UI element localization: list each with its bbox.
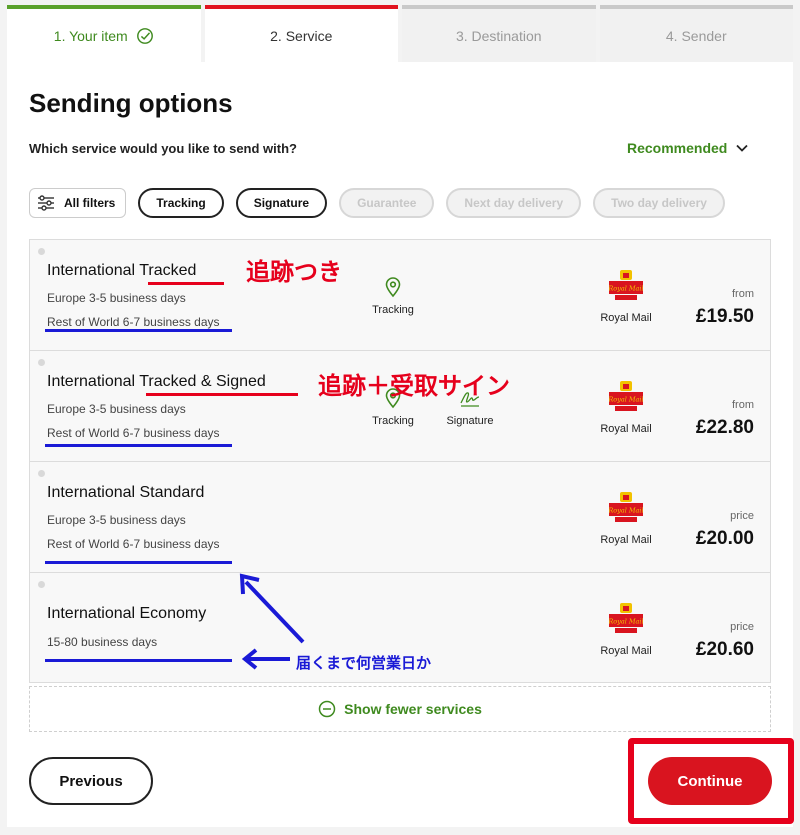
royal-mail-logo-text: Royal Mail [609,285,643,293]
underline-tracked [148,282,224,285]
step-label: 1. Your item [54,28,128,44]
radio-indicator[interactable] [38,359,45,366]
service-option-tracked[interactable]: International Tracked Europe 3-5 busines… [29,239,771,350]
sort-dropdown[interactable]: Recommended [627,140,749,156]
service-delivery-europe: Europe 3-5 business days [47,513,186,527]
sort-label: Recommended [627,140,727,156]
radio-indicator[interactable] [38,581,45,588]
underline-world-days-2 [45,444,232,447]
page-title: Sending options [29,88,233,119]
filter-chip-next-day[interactable]: Next day delivery [446,188,581,218]
feature-tracking: Tracking [353,276,433,316]
service-name: International Tracked [47,262,196,280]
show-fewer-services-button[interactable]: Show fewer services [29,686,771,732]
carrier: Royal Mail Royal Mail [593,492,659,546]
price-label: from [732,399,754,411]
minus-circle-icon [318,700,336,718]
previous-button[interactable]: Previous [29,757,153,805]
royal-mail-logo-text: Royal Mail [609,507,643,515]
carrier: Royal Mail Royal Mail [593,270,659,324]
continue-highlight-box [628,738,794,824]
progress-steps: 1. Your item 2. Service 3. Destination 4… [7,5,793,63]
service-delivery-europe: Europe 3-5 business days [47,291,186,305]
price-label: price [730,621,754,633]
service-name: International Standard [47,484,204,502]
service-delivery-time: 15-80 business days [47,635,157,649]
royal-mail-logo-icon: Royal Mail [609,381,643,413]
service-name: International Tracked & Signed [47,373,266,391]
step-label: 4. Sender [666,28,727,44]
service-list: International Tracked Europe 3-5 busines… [29,239,771,683]
service-question: Which service would you like to send wit… [29,141,297,156]
carrier-name: Royal Mail [600,312,651,324]
carrier-name: Royal Mail [600,645,651,657]
royal-mail-logo-text: Royal Mail [609,618,643,626]
royal-mail-logo-icon: Royal Mail [609,492,643,524]
royal-mail-logo-text: Royal Mail [609,396,643,404]
check-circle-icon [136,27,154,45]
chevron-down-icon [735,141,749,155]
location-pin-icon [382,276,404,298]
filter-chip-two-day[interactable]: Two day delivery [593,188,725,218]
service-option-standard[interactable]: International Standard Europe 3-5 busine… [29,461,771,572]
service-price: £20.60 [696,639,754,661]
filter-bar: All filters Tracking Signature Guarantee… [29,188,725,218]
annotation-tracked: 追跡つき [246,252,342,287]
carrier-name: Royal Mail [600,423,651,435]
underline-world-days-3 [45,561,232,564]
underline-world-days-1 [45,329,232,332]
step-destination[interactable]: 3. Destination [402,5,596,63]
underline-tracked-signed [146,393,298,396]
all-filters-button[interactable]: All filters [29,188,126,218]
step-sender[interactable]: 4. Sender [600,5,794,63]
feature-label: Tracking [372,415,414,427]
feature-label: Signature [446,415,493,427]
radio-indicator[interactable] [38,248,45,255]
service-price: £19.50 [696,306,754,328]
step-label: 2. Service [270,28,332,44]
annotation-tracked-signed: 追跡＋受取サイン [318,366,510,401]
annotation-business-days: 届くまで何営業日か [296,652,431,673]
show-fewer-label: Show fewer services [344,701,482,717]
service-price: £20.00 [696,528,754,550]
step-your-item[interactable]: 1. Your item [7,5,201,63]
all-filters-label: All filters [64,196,115,210]
carrier: Royal Mail Royal Mail [593,603,659,657]
price-label: price [730,510,754,522]
sliders-icon [36,194,56,212]
royal-mail-logo-icon: Royal Mail [609,603,643,635]
feature-label: Tracking [372,304,414,316]
service-delivery-world: Rest of World 6-7 business days [47,315,220,329]
filter-chip-tracking[interactable]: Tracking [138,188,223,218]
service-name: International Economy [47,605,206,623]
service-delivery-world: Rest of World 6-7 business days [47,537,220,551]
royal-mail-logo-icon: Royal Mail [609,270,643,302]
filter-chip-signature[interactable]: Signature [236,188,327,218]
step-service[interactable]: 2. Service [205,5,399,63]
radio-indicator[interactable] [38,470,45,477]
underline-economy-days [45,659,232,662]
service-delivery-europe: Europe 3-5 business days [47,402,186,416]
carrier-name: Royal Mail [600,534,651,546]
step-label: 3. Destination [456,28,542,44]
price-label: from [732,288,754,300]
service-price: £22.80 [696,417,754,439]
service-delivery-world: Rest of World 6-7 business days [47,426,220,440]
filter-chip-guarantee[interactable]: Guarantee [339,188,434,218]
carrier: Royal Mail Royal Mail [593,381,659,435]
